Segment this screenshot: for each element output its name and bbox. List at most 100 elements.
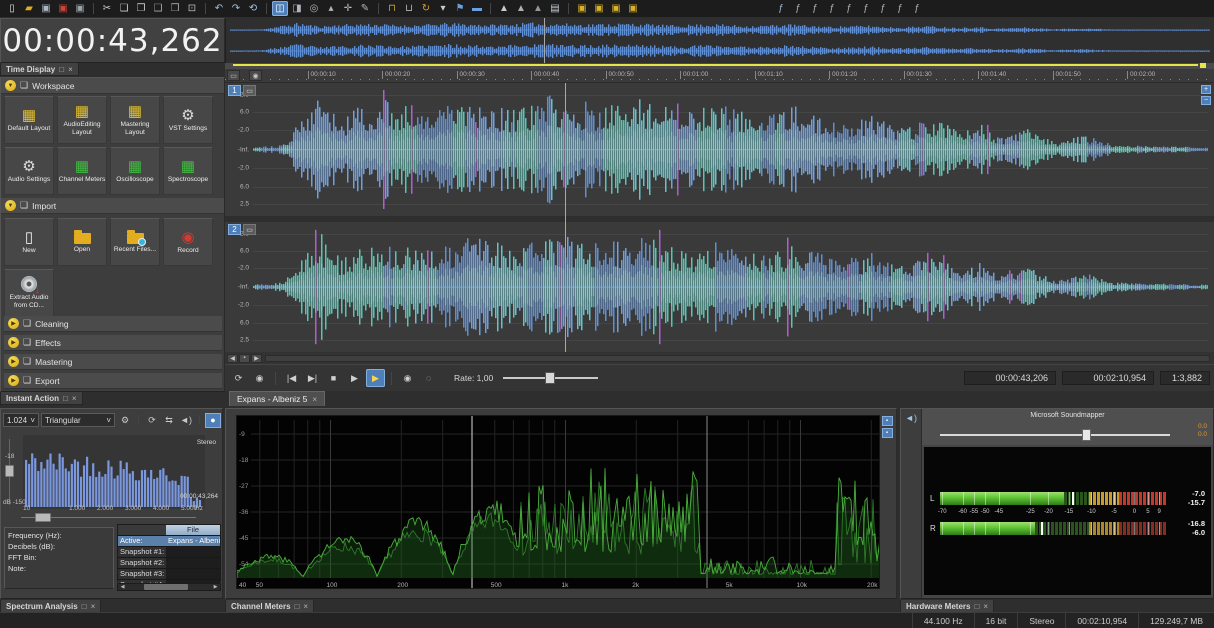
float-icon[interactable]: □ xyxy=(974,602,979,611)
output-gain-slider[interactable] xyxy=(940,429,1170,441)
collapse-icon[interactable]: ▼ xyxy=(5,80,16,91)
section-header-effects[interactable]: ▶ ❏ Effects xyxy=(4,335,222,351)
ruler-speaker-icon[interactable]: ◉ xyxy=(249,70,262,81)
monitor-speaker-icon[interactable]: ◄) xyxy=(178,413,194,428)
close-icon[interactable]: × xyxy=(91,602,96,611)
float-icon[interactable]: □ xyxy=(63,394,68,403)
go-to-start-button[interactable]: |◀ xyxy=(282,369,301,387)
workspace-button-spectroscope[interactable]: ▦ Spectroscope xyxy=(163,147,213,195)
import-section-header[interactable]: ▼ ❏ Import xyxy=(1,198,224,214)
zoom-out-icon[interactable]: − xyxy=(1201,96,1211,105)
script-tool-2-icon[interactable]: ƒ xyxy=(790,1,806,16)
import-button-extract-audio-from-cd-[interactable]: ↓ Extract Audio from CD... xyxy=(4,269,54,317)
gain-slider-handle[interactable] xyxy=(1082,429,1091,441)
expand-icon[interactable]: ▶ xyxy=(8,356,19,367)
document-tab[interactable]: Expans - Albeniz 5 × xyxy=(229,391,326,406)
scrollbar-track[interactable] xyxy=(265,354,1210,362)
copy-icon[interactable]: ❏ xyxy=(116,1,132,16)
cd-track-icon[interactable]: ▣ xyxy=(574,1,590,16)
go-to-end-button[interactable]: ▶| xyxy=(303,369,322,387)
scroll-right-icon[interactable]: ▶ xyxy=(211,584,220,590)
time-display-tab[interactable]: Time Display □ × xyxy=(0,63,79,76)
magnify-tool-icon[interactable]: ◎ xyxy=(306,1,322,16)
edit-tool-icon[interactable]: ▴ xyxy=(323,1,339,16)
window-type-select[interactable]: Triangular ˅ xyxy=(41,413,115,427)
playlist-icon[interactable]: ▤ xyxy=(547,1,563,16)
open-folder-icon[interactable]: ▰ xyxy=(21,1,37,16)
script-tool-3-icon[interactable]: ƒ xyxy=(807,1,823,16)
expand-icon[interactable]: ▶ xyxy=(8,337,19,348)
close-icon[interactable]: × xyxy=(72,394,77,403)
cd-index-icon[interactable]: ▣ xyxy=(591,1,607,16)
script-tool-4-icon[interactable]: ƒ xyxy=(824,1,840,16)
script-tool-9-icon[interactable]: ƒ xyxy=(909,1,925,16)
float-icon[interactable]: □ xyxy=(295,602,300,611)
hold-peaks-icon[interactable]: ● xyxy=(205,412,221,428)
workspace-button-default-layout[interactable]: ▦ Default Layout xyxy=(4,96,54,144)
overview-cursor[interactable] xyxy=(544,18,545,63)
sync-channels-icon[interactable]: ⇆ xyxy=(161,413,177,428)
scrollbar-thumb[interactable] xyxy=(144,584,188,590)
meter-option-icon[interactable]: ▪ xyxy=(881,428,893,438)
snapshot-table-scrollbar[interactable]: ◀ ▶ xyxy=(117,583,221,591)
snap-grid-icon[interactable]: ⊔ xyxy=(401,1,417,16)
section-header-cleaning[interactable]: ▶ ❏ Cleaning xyxy=(4,316,222,332)
collapse-icon[interactable]: ▼ xyxy=(5,200,16,211)
expand-icon[interactable]: ▶ xyxy=(8,318,19,329)
event-tool-icon[interactable]: ✛ xyxy=(340,1,356,16)
scroll-left-icon[interactable]: ◀ xyxy=(118,584,127,590)
workspace-button-audio-settings[interactable]: ⚙ Audio Settings xyxy=(4,147,54,195)
waveform-channel-1[interactable] xyxy=(253,89,1208,210)
ruler-lock-icon[interactable]: ▭ xyxy=(227,70,240,81)
table-row[interactable]: Snapshot #2: xyxy=(118,558,220,569)
import-button-recent-files-[interactable]: Recent Files... xyxy=(110,218,160,266)
workspace-button-mastering-layout[interactable]: ▦ Mastering Layout xyxy=(110,96,160,144)
channel-options-icon[interactable]: ▭ xyxy=(243,224,256,235)
script-tool-1-icon[interactable]: ƒ xyxy=(773,1,789,16)
import-button-new[interactable]: ▯ New xyxy=(4,218,54,266)
expand-icon[interactable]: ▶ xyxy=(8,375,19,386)
channel-1[interactable]: 2.56.0-2.0-Inf.-2.06.02.51▭ xyxy=(225,83,1214,216)
undo-icon[interactable]: ↶ xyxy=(211,1,227,16)
channel-number-badge[interactable]: 2 xyxy=(228,224,241,235)
waveform-display-icon[interactable]: ◫ xyxy=(272,1,288,16)
script-tool-5-icon[interactable]: ƒ xyxy=(841,1,857,16)
speaker-icon[interactable]: ◄) xyxy=(905,413,917,423)
section-header-export[interactable]: ▶ ❏ Export xyxy=(4,373,222,389)
close-icon[interactable]: × xyxy=(303,602,308,611)
script-tool-8-icon[interactable]: ƒ xyxy=(892,1,908,16)
waveform-overview[interactable] xyxy=(225,18,1214,63)
repeat-icon[interactable]: ⟲ xyxy=(245,1,261,16)
instant-action-tab[interactable]: Instant Action □ × xyxy=(0,392,83,405)
meter-option-icon[interactable]: ▪ xyxy=(881,416,893,426)
rate-slider-handle[interactable] xyxy=(545,372,556,384)
statistics-b-icon[interactable]: ▲ xyxy=(513,1,529,16)
paste-special-icon[interactable]: ❑ xyxy=(150,1,166,16)
paste-to-new-icon[interactable]: ❒ xyxy=(167,1,183,16)
import-button-open[interactable]: Open xyxy=(57,218,107,266)
cut-icon[interactable]: ✂ xyxy=(99,1,115,16)
save-icon[interactable]: ▣ xyxy=(38,1,54,16)
playback-options-button[interactable]: ◉ xyxy=(250,369,269,387)
statistics-a-icon[interactable]: ▲ xyxy=(496,1,512,16)
edit-cursor[interactable] xyxy=(565,83,566,352)
fft-size-select[interactable]: 1.024 ˅ xyxy=(3,413,39,427)
waveform-hscrollbar[interactable]: ◀ ▪ ▶ xyxy=(225,352,1214,364)
table-row[interactable]: Snapshot #3: xyxy=(118,569,220,580)
save-all-icon[interactable]: ▣ xyxy=(72,1,88,16)
workspace-button-channel-meters[interactable]: ▦ Channel Meters xyxy=(57,147,107,195)
pencil-tool-icon[interactable]: ✎ xyxy=(357,1,373,16)
play-normal-button[interactable]: ▶ xyxy=(345,369,364,387)
table-row[interactable]: Snapshot #1: xyxy=(118,547,220,558)
statistics-c-icon[interactable]: ▲ xyxy=(530,1,546,16)
spectrum-horizontal-slider[interactable] xyxy=(21,513,196,523)
table-row[interactable]: Active: Expans - Albeniz xyxy=(118,536,220,547)
loop-region-icon[interactable]: ↻ xyxy=(418,1,434,16)
workspace-button-audioediting-layout[interactable]: ▦ AudioEditing Layout xyxy=(57,96,107,144)
stop-button[interactable]: ■ xyxy=(324,369,343,387)
spectrum-vertical-slider[interactable] xyxy=(5,439,14,505)
section-header-mastering[interactable]: ▶ ❏ Mastering xyxy=(4,354,222,370)
refresh-icon[interactable]: ⟳ xyxy=(144,413,160,428)
channel-number-badge[interactable]: 1 xyxy=(228,85,241,96)
paste-icon[interactable]: ❐ xyxy=(133,1,149,16)
